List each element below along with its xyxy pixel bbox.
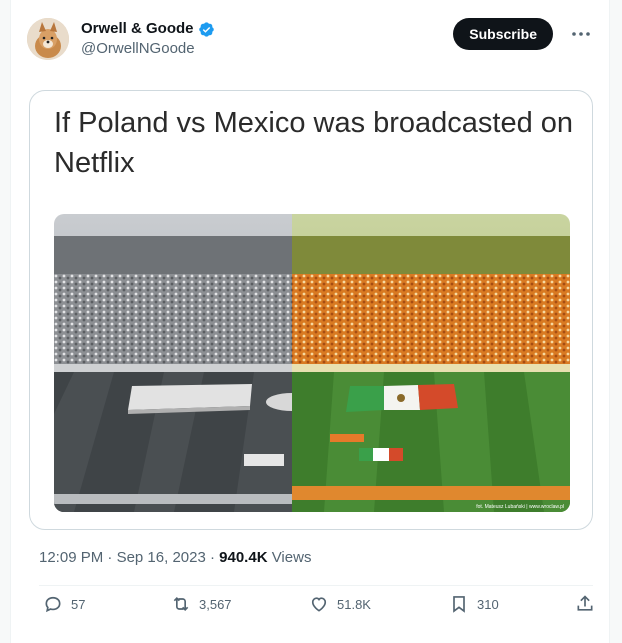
- author-name[interactable]: Orwell & Goode: [81, 19, 215, 39]
- like-count: 51.8K: [337, 596, 371, 612]
- tweet-date[interactable]: Sep 16, 2023: [117, 549, 206, 566]
- heart-icon: [311, 597, 327, 612]
- share-icon: [577, 595, 593, 611]
- tweet-timestamp[interactable]: 12:09 PM · Sep 16, 2023 · 940.4K Views: [39, 548, 311, 568]
- verified-badge-icon[interactable]: [198, 21, 215, 38]
- tweet-actions: 57 3,567 51.8K 310: [39, 594, 593, 622]
- retweet-button[interactable]: 3,567: [171, 594, 232, 614]
- tweet-time[interactable]: 12:09 PM: [39, 549, 103, 566]
- separator-dot: ·: [205, 549, 220, 566]
- reply-icon: [45, 596, 61, 613]
- like-button[interactable]: 51.8K: [309, 594, 371, 614]
- author-handle[interactable]: @OrwellNGoode: [81, 39, 215, 59]
- more-icon[interactable]: [569, 22, 593, 46]
- views-count[interactable]: 940.4K: [219, 549, 267, 566]
- reply-button[interactable]: 57: [43, 594, 85, 614]
- retweet-icon: [173, 596, 189, 612]
- tweet-card: Orwell & Goode @OrwellNGoode Subscribe I…: [10, 0, 610, 643]
- separator-dot: ·: [103, 549, 117, 566]
- bookmark-count: 310: [477, 596, 499, 612]
- views-label: Views: [267, 549, 312, 566]
- tweet-media[interactable]: If Poland vs Mexico was broadcasted on N…: [29, 90, 593, 530]
- bookmark-icon: [453, 596, 465, 613]
- stadium-photo: fot. Mateusz Lubański | www.wroclaw.pl: [54, 214, 570, 512]
- avatar-image: [27, 18, 69, 60]
- stadium-image: fot. Mateusz Lubański | www.wroclaw.pl: [54, 214, 570, 512]
- reply-count: 57: [71, 596, 86, 612]
- avatar[interactable]: [27, 18, 69, 60]
- author-info: Orwell & Goode @OrwellNGoode: [81, 19, 215, 59]
- photo-credit: fot. Mateusz Lubański | www.wroclaw.pl: [476, 504, 564, 510]
- subscribe-button[interactable]: Subscribe: [453, 18, 553, 50]
- author-name-text[interactable]: Orwell & Goode: [81, 19, 194, 39]
- share-button[interactable]: [575, 594, 595, 614]
- retweet-count: 3,567: [199, 596, 232, 612]
- tweet-header: Orwell & Goode @OrwellNGoode Subscribe: [27, 18, 593, 62]
- bookmark-button[interactable]: 310: [449, 594, 499, 614]
- divider: [39, 585, 593, 586]
- meme-caption: If Poland vs Mexico was broadcasted on N…: [54, 107, 574, 179]
